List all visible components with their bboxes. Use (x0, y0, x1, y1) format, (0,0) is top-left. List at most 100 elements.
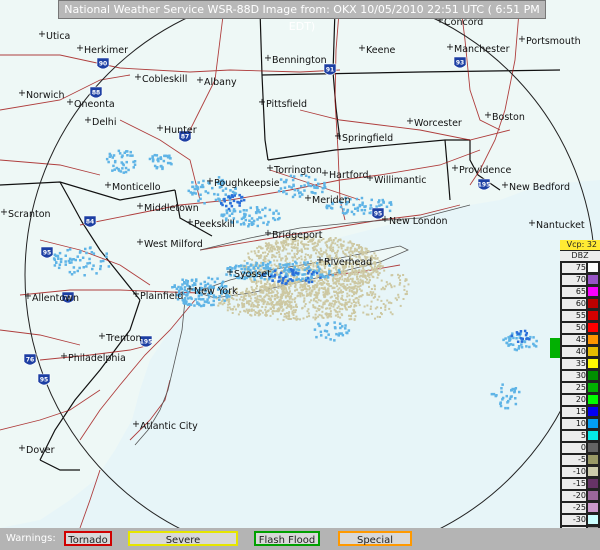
city-label-hartford: Hartford (329, 170, 369, 181)
city-marker: + (358, 43, 366, 54)
legend-row: 65 (560, 287, 600, 297)
city-label-trenton: Trenton (105, 333, 142, 344)
city-marker: + (206, 176, 214, 187)
city-marker: + (38, 29, 46, 40)
legend-swatch (588, 311, 598, 320)
svg-text:84: 84 (86, 219, 94, 226)
highway-shield-76: 76 (23, 353, 37, 366)
city-marker: + (134, 72, 142, 83)
city-label-boston: Boston (492, 112, 525, 123)
legend-row: -5 (560, 455, 600, 465)
legend-swatch (588, 347, 598, 356)
city-label-providence: Providence (459, 165, 511, 176)
legend-swatch (588, 443, 598, 452)
highway-shield-195: 195 (477, 178, 491, 191)
legend-row: 75 (560, 263, 600, 273)
legend-value: 65 (562, 287, 586, 297)
city-marker: + (0, 207, 8, 218)
legend-swatch (588, 479, 598, 488)
legend-row: 45 (560, 335, 600, 345)
legend-row: 70 (560, 275, 600, 285)
city-label-plainfield: Plainfield (140, 291, 183, 302)
legend-value: 40 (562, 347, 586, 357)
city-label-atlantic-city: Atlantic City (140, 421, 198, 432)
city-marker: + (264, 53, 272, 64)
highway-shield-95: 95 (37, 373, 51, 386)
legend-value: 50 (562, 323, 586, 333)
highway-shield-90: 90 (96, 57, 110, 70)
city-label-portsmouth: Portsmouth (526, 36, 581, 47)
legend-value: 25 (562, 383, 586, 393)
city-label-willimantic: Willimantic (374, 175, 426, 186)
city-label-new-york: New York (194, 286, 238, 297)
legend-swatch (588, 287, 598, 296)
svg-text:95: 95 (40, 377, 48, 384)
svg-text:91: 91 (326, 67, 334, 74)
city-label-west-milford: West Milford (144, 239, 203, 250)
legend-value: -15 (562, 479, 586, 489)
city-label-albany: Albany (204, 77, 237, 88)
legend-value: 30 (562, 371, 586, 381)
severe-thunderstorm-warning-button[interactable]: Severe Thunderstorm (128, 531, 238, 546)
city-label-herkimer: Herkimer (84, 45, 128, 56)
city-marker: + (446, 42, 454, 53)
svg-text:88: 88 (92, 90, 100, 97)
legend-value: 5 (562, 431, 586, 441)
legend-row: 60 (560, 299, 600, 309)
svg-text:95: 95 (43, 250, 51, 257)
city-marker: + (451, 163, 459, 174)
warnings-bar: Warnings: Tornado Severe Thunderstorm Fl… (0, 528, 600, 550)
special-marine-warning-button[interactable]: Special Marine (338, 531, 412, 546)
city-marker: + (334, 131, 342, 142)
legend-row: 35 (560, 359, 600, 369)
svg-text:76: 76 (26, 357, 34, 364)
svg-text:195: 195 (478, 182, 491, 189)
city-label-scranton: Scranton (8, 209, 51, 220)
city-marker: + (226, 267, 234, 278)
city-marker: + (104, 180, 112, 191)
legend-row: 40 (560, 347, 600, 357)
svg-text:93: 93 (456, 60, 464, 67)
svg-text:195: 195 (140, 339, 153, 346)
radar-viewer: 90 91 93 88 87 195 84 95 95 78 195 95 76 + Utica + Herk… (0, 0, 600, 550)
city-marker: + (136, 201, 144, 212)
legend-swatch (588, 419, 598, 428)
city-marker: + (264, 228, 272, 239)
city-marker: + (266, 163, 274, 174)
city-label-oneonta: Oneonta (74, 99, 115, 110)
legend-value: 70 (562, 275, 586, 285)
city-label-poughkeepsie: Poughkeepsie (214, 178, 280, 189)
city-marker: + (484, 110, 492, 121)
legend-swatch (588, 395, 598, 404)
city-marker: + (381, 214, 389, 225)
city-label-keene: Keene (366, 45, 395, 56)
tornado-warning-button[interactable]: Tornado (64, 531, 112, 546)
city-marker: + (18, 88, 26, 99)
legend-value: 45 (562, 335, 586, 345)
legend-value: 60 (562, 299, 586, 309)
legend-swatch (588, 455, 598, 464)
city-label-delhi: Delhi (92, 117, 116, 128)
highway-shield-84: 84 (83, 215, 97, 228)
city-label-peekskill: Peekskill (194, 219, 235, 230)
legend-swatch (588, 515, 598, 524)
legend-value: -10 (562, 467, 586, 477)
legend-row: 50 (560, 323, 600, 333)
svg-text:90: 90 (99, 61, 107, 68)
city-marker: + (304, 193, 312, 204)
city-marker: + (528, 218, 536, 229)
city-label-torrington: Torrington (273, 165, 322, 176)
flash-flood-warning-button[interactable]: Flash Flood (254, 531, 320, 546)
legend-value: -30 (562, 515, 586, 525)
city-marker: + (18, 443, 26, 454)
legend-row: 5 (560, 431, 600, 441)
legend-value: 0 (562, 443, 586, 453)
city-label-norwich: Norwich (26, 90, 64, 101)
city-marker: + (24, 291, 32, 302)
legend-row: 20 (560, 395, 600, 405)
city-label-syosset: Syosset (234, 269, 271, 280)
city-label-meriden: Meriden (312, 195, 350, 206)
legend-value: 10 (562, 419, 586, 429)
legend-swatch (588, 263, 598, 272)
city-label-middletown: Middletown (144, 203, 199, 214)
